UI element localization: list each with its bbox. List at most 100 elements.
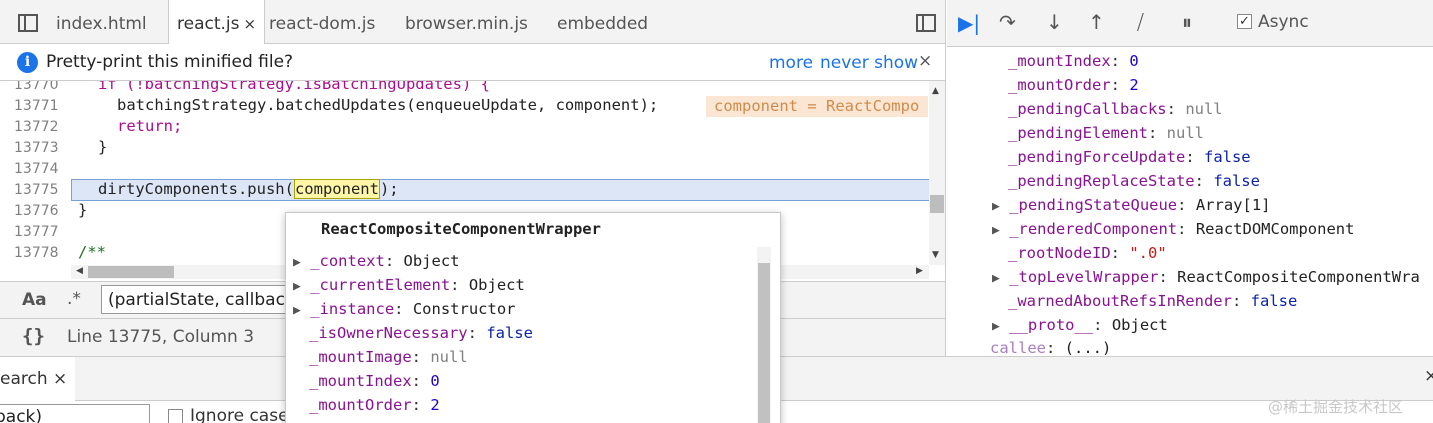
line-number[interactable]: 13778 — [14, 245, 59, 261]
property-key: _instance — [310, 300, 395, 318]
scope-property[interactable]: _pendingCallbacks: null — [1008, 100, 1223, 118]
property-key: _warnedAboutRefsInRender — [1008, 292, 1232, 310]
tab-label: react.js — [177, 14, 240, 34]
hovered-token[interactable]: component — [293, 179, 380, 199]
line-number[interactable]: 13771 — [14, 98, 59, 114]
deactivate-breakpoints-icon[interactable]: ⧸ — [1137, 10, 1144, 34]
code-line: batchingStrategy.batchedUpdates(enqueueU… — [117, 96, 659, 114]
line-number[interactable]: 13775 — [14, 182, 59, 198]
code-text: dirtyComponents.push( — [98, 180, 294, 198]
line-number[interactable]: 13770 — [14, 81, 59, 93]
scroll-up-arrow-icon[interactable]: ▲ — [932, 86, 939, 96]
line-number[interactable]: 13773 — [14, 140, 59, 156]
property-key: __proto__ — [1009, 316, 1094, 334]
cursor-position: Line 13775, Column 3 — [67, 327, 255, 347]
popover-property[interactable]: _isOwnerNecessary: false — [309, 324, 533, 342]
infobar-never-show-link[interactable]: never show — [820, 53, 918, 73]
close-drawer-icon[interactable]: × — [1424, 366, 1433, 386]
scope-property[interactable]: ▶ __proto__: Object — [992, 316, 1168, 334]
editor-vertical-scroll-thumb[interactable] — [930, 195, 944, 213]
pause-on-exceptions-icon[interactable]: ⏸ — [1182, 10, 1192, 34]
tab-label: index.html — [56, 14, 147, 34]
close-tab-icon[interactable]: × — [53, 369, 67, 389]
watermark: @稀土掘金技术社区 — [1268, 398, 1404, 416]
line-number[interactable]: 13776 — [14, 203, 59, 219]
property-value: false — [1250, 292, 1298, 310]
popover-property[interactable]: _mountImage: null — [309, 348, 468, 366]
property-key: _currentElement — [310, 276, 451, 294]
scroll-down-arrow-icon[interactable]: ▼ — [932, 250, 939, 260]
tab-index-html[interactable]: index.html — [56, 0, 147, 44]
popover-property[interactable]: ▶ _currentElement: Object — [293, 276, 525, 294]
scope-property[interactable]: _pendingElement: null — [1008, 124, 1204, 142]
property-key: _rootNodeID — [1008, 244, 1111, 262]
code-text: ); — [379, 180, 399, 198]
scroll-left-arrow-icon[interactable]: ◀ — [76, 266, 83, 276]
close-tab-icon[interactable]: × — [244, 15, 257, 33]
pretty-print-button[interactable]: {} — [22, 325, 45, 347]
expand-triangle-icon[interactable]: ▶ — [992, 271, 1000, 286]
infobar-message: Pretty-print this minified file? — [46, 52, 294, 72]
tab-label: browser.min.js — [405, 14, 528, 34]
scope-property[interactable]: callee: (...) — [990, 339, 1111, 357]
property-value: Object — [403, 252, 460, 270]
scope-property[interactable]: ▶ _pendingStateQueue: Array[1] — [992, 196, 1270, 214]
popover-property[interactable]: ▶ _instance: Constructor — [293, 300, 516, 318]
step-over-icon[interactable]: ↷ — [999, 10, 1016, 34]
expand-triangle-icon[interactable]: ▶ — [992, 223, 1000, 238]
resume-icon[interactable]: ▶| — [958, 11, 980, 35]
code-line: return; — [117, 117, 183, 135]
tab-search[interactable]: earch × — [0, 357, 76, 401]
property-value: Array[1] — [1195, 196, 1271, 214]
scope-property[interactable]: _rootNodeID: ".0" — [1008, 244, 1167, 262]
scope-property[interactable]: ▶ _topLevelWrapper: ReactCompositeCompon… — [992, 268, 1420, 286]
popover-property[interactable]: _mountOrder: 2 — [309, 396, 440, 414]
scope-property[interactable]: _warnedAboutRefsInRender: false — [1008, 292, 1297, 310]
line-number[interactable]: 13774 — [14, 161, 59, 177]
expand-triangle-icon[interactable]: ▶ — [293, 303, 301, 318]
scope-property[interactable]: _pendingReplaceState: false — [1008, 172, 1260, 190]
popover-property[interactable]: ▶ _context: Object — [293, 252, 460, 270]
property-key: _renderedComponent — [1009, 220, 1178, 238]
infobar-close-icon[interactable]: × — [918, 51, 932, 71]
scope-property[interactable]: ▶ _renderedComponent: ReactDOMComponent — [992, 220, 1354, 238]
tab-browser-min-js[interactable]: browser.min.js — [405, 0, 528, 44]
tab-react-js[interactable]: react.js × — [168, 0, 266, 45]
tab-react-dom-js[interactable]: react-dom.js — [269, 0, 375, 44]
expand-triangle-icon[interactable]: ▶ — [293, 279, 301, 294]
step-out-icon[interactable]: ↑ — [1088, 10, 1105, 34]
scroll-right-arrow-icon[interactable]: ▶ — [916, 266, 923, 276]
scope-property[interactable]: _mountOrder: 2 — [1008, 76, 1139, 94]
tab-label: react-dom.js — [269, 14, 376, 34]
property-value: 0 — [430, 372, 440, 390]
editor-vertical-scrollbar[interactable] — [929, 81, 945, 265]
property-value: Object — [468, 276, 525, 294]
line-number[interactable]: 13777 — [14, 224, 59, 240]
code-line: } — [98, 138, 108, 156]
async-checkbox[interactable]: ✓ — [1237, 14, 1252, 29]
infobar-more-link[interactable]: more — [769, 53, 813, 73]
search-input[interactable] — [0, 404, 150, 423]
editor-horizontal-scroll-thumb[interactable] — [88, 266, 174, 278]
line-number[interactable]: 13772 — [14, 119, 59, 135]
expand-triangle-icon[interactable]: ▶ — [992, 319, 1000, 334]
expand-triangle-icon[interactable]: ▶ — [293, 255, 301, 270]
match-case-button[interactable]: Aa — [22, 290, 47, 310]
ignore-case-checkbox[interactable] — [168, 409, 183, 423]
tab-embedded[interactable]: embedded — [557, 0, 648, 44]
popover-property[interactable]: _mountIndex: 0 — [309, 372, 440, 390]
property-key: _isOwnerNecessary — [309, 324, 468, 342]
step-into-icon[interactable]: ↓ — [1046, 10, 1063, 34]
regex-button[interactable]: .* — [67, 289, 81, 309]
property-key: _mountOrder — [1008, 76, 1111, 94]
scope-property[interactable]: _pendingForceUpdate: false — [1008, 148, 1251, 166]
expand-triangle-icon[interactable]: ▶ — [992, 199, 1000, 214]
find-input[interactable] — [101, 285, 296, 314]
popover-scroll-thumb[interactable] — [758, 263, 770, 423]
info-icon: i — [17, 52, 38, 73]
toggle-debugger-icon[interactable] — [916, 14, 936, 32]
toggle-navigator-icon[interactable] — [18, 14, 38, 32]
scope-property[interactable]: _mountIndex: 0 — [1008, 52, 1139, 70]
property-value[interactable]: (...) — [1065, 339, 1112, 357]
property-value: 2 — [1129, 76, 1139, 94]
